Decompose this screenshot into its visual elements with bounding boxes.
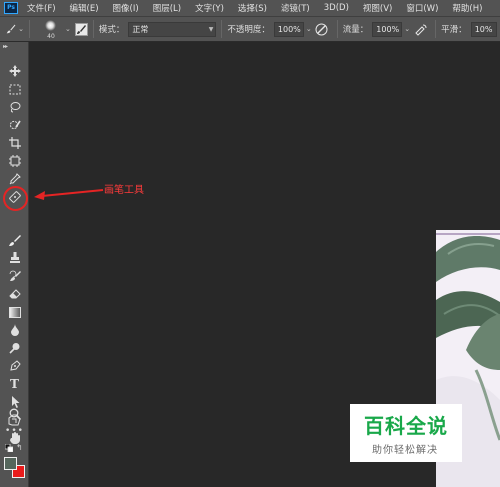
- opacity-field[interactable]: 100%: [273, 21, 304, 37]
- history-brush-tool[interactable]: [4, 268, 25, 284]
- photoshop-logo: Ps: [4, 2, 18, 14]
- divider: [221, 20, 223, 38]
- watermark-title: 百科全说: [364, 414, 448, 438]
- quick-select-icon: [9, 120, 21, 130]
- quick-select-tool[interactable]: [4, 117, 25, 133]
- menu-layer[interactable]: 图层(L): [153, 2, 181, 14]
- clone-stamp-tool[interactable]: [4, 250, 25, 266]
- gradient-icon: [8, 306, 21, 318]
- color-swatches: [3, 456, 27, 480]
- divider: [92, 20, 94, 38]
- dodge-tool[interactable]: [4, 340, 25, 356]
- smoothing-label: 平滑：: [441, 25, 467, 35]
- airbrush-icon: [414, 24, 427, 36]
- collapse-panel-icon[interactable]: ▸▸: [3, 43, 8, 50]
- more-tools-button[interactable]: •••: [4, 426, 25, 436]
- pen-icon: [9, 360, 21, 371]
- menu-help[interactable]: 帮助(H): [452, 2, 482, 14]
- frame-icon: [8, 155, 21, 167]
- options-bar: ⌄ 40 ⌄ 模式： 正常 ▼ 不透明度： 100% ⌄ 流量： 100% ⌄: [0, 16, 500, 42]
- soft-brush-tip-icon: [45, 20, 56, 31]
- swap-icon: ↰: [16, 443, 23, 452]
- divider: [336, 20, 338, 38]
- menu-select[interactable]: 选择(S): [238, 2, 267, 14]
- chevron-down-icon: ▼: [208, 25, 214, 33]
- foreground-color-swatch[interactable]: [4, 457, 17, 470]
- zoom-tool[interactable]: [4, 406, 25, 422]
- swap-colors-button[interactable]: ↰: [16, 443, 25, 452]
- pressure-opacity-icon: [315, 23, 328, 35]
- brush-size-value: 40: [47, 33, 55, 40]
- watermark: 百科全说 助你轻松解决: [350, 404, 462, 462]
- lasso-icon: [10, 102, 20, 113]
- blur-tool[interactable]: [4, 322, 25, 338]
- move-tool[interactable]: [4, 63, 25, 79]
- brush-preset-picker[interactable]: ⌄: [6, 20, 24, 38]
- opacity-label: 不透明度：: [227, 25, 270, 35]
- eyedropper-tool[interactable]: [4, 171, 25, 187]
- dodge-icon: [8, 343, 19, 354]
- brush-settings-panel-button[interactable]: [74, 22, 88, 36]
- smoothing-field[interactable]: 10%: [470, 21, 497, 37]
- brush-icon: [6, 24, 16, 34]
- chevron-down-icon: ⌄: [18, 25, 24, 33]
- blend-mode-value: 正常: [132, 24, 149, 34]
- blur-icon: [10, 324, 19, 336]
- pen-tool[interactable]: [4, 358, 25, 374]
- move-icon: [8, 65, 21, 77]
- frame-tool[interactable]: [4, 153, 25, 169]
- flow-field[interactable]: 100%: [372, 21, 403, 37]
- type-icon: T: [10, 377, 19, 391]
- annotation-label: 画笔工具: [104, 185, 144, 196]
- divider: [29, 20, 30, 38]
- eyedropper-icon: [9, 173, 21, 185]
- menu-image[interactable]: 图像(I): [113, 2, 139, 14]
- menu-file[interactable]: 文件(F): [27, 2, 56, 14]
- smoothing-value: 10%: [474, 24, 493, 34]
- menu-edit[interactable]: 编辑(E): [70, 2, 99, 14]
- opacity-value: 100%: [277, 24, 301, 34]
- menu-window[interactable]: 窗口(W): [406, 2, 438, 14]
- clone-stamp-icon: [9, 252, 20, 263]
- eraser-icon: [8, 289, 21, 299]
- menu-3d[interactable]: 3D(D): [324, 3, 349, 13]
- type-tool[interactable]: T: [4, 376, 25, 392]
- lasso-tool[interactable]: [4, 99, 25, 115]
- menu-type[interactable]: 文字(Y): [195, 2, 224, 14]
- annotation-arrow-icon: [34, 189, 104, 200]
- chevron-down-icon[interactable]: ⌄: [65, 25, 71, 33]
- menu-bar: Ps 文件(F) 编辑(E) 图像(I) 图层(L) 文字(Y) 选择(S) 滤…: [0, 0, 500, 16]
- flow-value: 100%: [376, 24, 400, 34]
- crop-tool[interactable]: [4, 135, 25, 151]
- brush-size-preset[interactable]: 40: [39, 18, 63, 40]
- brush-tool-highlight-circle: [3, 186, 28, 211]
- brush-panel-icon: [76, 24, 86, 34]
- divider: [435, 20, 437, 38]
- eraser-tool[interactable]: [4, 286, 25, 302]
- reset-colors-icon: [4, 443, 14, 453]
- chevron-down-icon[interactable]: ⌄: [404, 25, 410, 33]
- brush-icon: [8, 235, 21, 246]
- watermark-subtitle: 助你轻松解决: [372, 445, 438, 456]
- chevron-down-icon[interactable]: ⌄: [306, 25, 312, 33]
- marquee-tool[interactable]: [4, 81, 25, 97]
- menu-view[interactable]: 视图(V): [363, 2, 392, 14]
- menu-filter[interactable]: 滤镜(T): [281, 2, 310, 14]
- marquee-icon: [9, 84, 20, 94]
- gradient-tool[interactable]: [4, 304, 25, 320]
- more-icon: •••: [5, 426, 24, 436]
- flow-label: 流量：: [342, 25, 369, 35]
- blend-mode-select[interactable]: 正常 ▼: [128, 21, 217, 37]
- mode-label: 模式：: [98, 25, 125, 35]
- brush-tool[interactable]: [4, 232, 25, 248]
- crop-icon: [8, 137, 21, 149]
- pressure-opacity-button[interactable]: [315, 22, 329, 36]
- airbrush-button[interactable]: [413, 22, 427, 36]
- history-brush-icon: [9, 270, 21, 281]
- zoom-icon: [9, 408, 21, 420]
- reset-colors-button[interactable]: [4, 443, 14, 453]
